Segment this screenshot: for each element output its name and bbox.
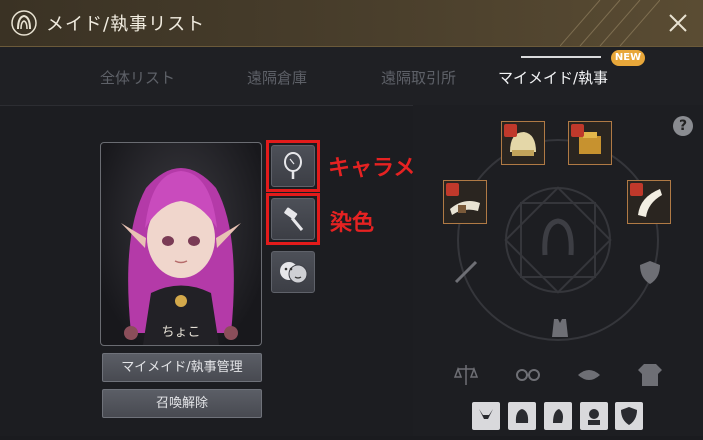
lock-icon (571, 124, 584, 137)
shield-slot-icon[interactable] (636, 258, 664, 286)
tab-all-list[interactable]: 全体リスト (100, 67, 175, 88)
bottom-filter-hair1[interactable] (508, 402, 536, 430)
title-bar: メイド/執事リスト (0, 0, 703, 47)
dismiss-summon-button[interactable]: 召喚解除 (102, 389, 262, 418)
title-decoration (560, 0, 660, 46)
bottom-filter-face[interactable] (580, 402, 608, 430)
hair-icon (11, 10, 37, 36)
sword-slot-icon[interactable] (452, 258, 480, 286)
close-icon[interactable] (665, 10, 691, 36)
hairstyle-alt-icon (553, 409, 563, 423)
armor-slot-icon[interactable] (546, 313, 574, 341)
active-tab-indicator (521, 56, 601, 58)
glasses-slot-icon[interactable] (514, 363, 542, 387)
help-button[interactable]: ? (673, 116, 693, 136)
dye-highlight (266, 193, 320, 245)
equip-slot-offhand[interactable] (627, 180, 671, 224)
bottom-filter-horns[interactable] (472, 402, 500, 430)
equip-slot-weapon[interactable] (443, 180, 487, 224)
horns-icon (479, 409, 493, 419)
tab-remote-market[interactable]: 遠隔取引所 (381, 67, 456, 88)
tab-remote-storage[interactable]: 遠隔倉庫 (247, 67, 307, 88)
equip-slot-hat[interactable] (568, 121, 612, 165)
jacket-slot-icon[interactable] (636, 360, 664, 388)
emotion-button[interactable] (271, 251, 315, 293)
lips-slot-icon[interactable] (575, 363, 603, 387)
scale-slot-icon[interactable] (452, 361, 480, 389)
lock-icon (446, 183, 459, 196)
hairstyle-icon (515, 409, 529, 423)
tab-my-maid[interactable]: マイメイド/執事 (498, 67, 608, 88)
bottom-filter-hair2[interactable] (544, 402, 572, 430)
new-badge: NEW (611, 50, 645, 66)
window-title: メイド/執事リスト (46, 14, 206, 35)
dye-annotation: 染色 (330, 211, 375, 236)
equip-slot-helmet[interactable] (501, 121, 545, 165)
charamake-highlight (266, 140, 320, 192)
lock-icon (504, 124, 517, 137)
shield-icon (621, 407, 637, 425)
face-icon (588, 409, 600, 425)
character-image (121, 168, 241, 345)
character-portrait: ちょこ (100, 142, 262, 346)
maid-list-window: メイド/執事リスト 全体リスト 遠隔倉庫 遠隔取引所 マイメイド/執事 NEW (0, 0, 703, 436)
faces-icon (280, 262, 308, 284)
lock-icon (630, 183, 643, 196)
character-name: ちょこ (161, 325, 201, 340)
manage-maid-button[interactable]: マイメイド/執事管理 (102, 353, 262, 382)
bottom-filter-shield[interactable] (615, 402, 643, 430)
